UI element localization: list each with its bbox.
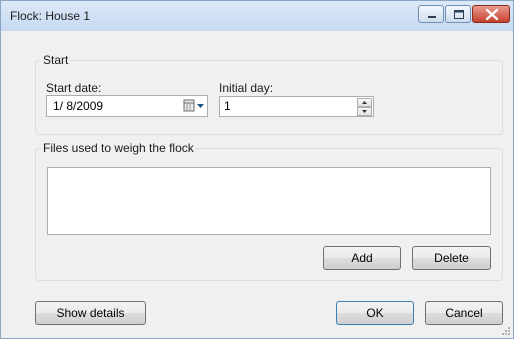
- start-group-legend: Start: [41, 53, 71, 67]
- initial-day-label: Initial day:: [219, 81, 274, 95]
- initial-day-spinner[interactable]: 1: [219, 96, 374, 117]
- cancel-button[interactable]: Cancel: [425, 301, 503, 325]
- minimize-button[interactable]: [418, 5, 444, 23]
- title-bar[interactable]: Flock: House 1: [1, 1, 513, 31]
- maximize-icon: [454, 10, 464, 19]
- show-details-button[interactable]: Show details: [35, 301, 146, 325]
- start-date-value: 1/ 8/2009: [53, 99, 104, 113]
- close-button[interactable]: [472, 5, 510, 23]
- calendar-dropdown-icon[interactable]: [183, 99, 205, 113]
- initial-day-value: 1: [224, 99, 231, 113]
- delete-button[interactable]: Delete: [412, 246, 491, 270]
- dialog-content: Start Start date: 1/ 8/2009 Initial day:…: [9, 31, 505, 332]
- minimize-icon: [428, 16, 436, 18]
- spin-down-button[interactable]: [357, 107, 372, 116]
- close-icon: [485, 8, 499, 21]
- start-date-picker[interactable]: 1/ 8/2009: [46, 95, 208, 117]
- spin-up-button[interactable]: [357, 98, 372, 107]
- add-button[interactable]: Add: [323, 246, 401, 270]
- maximize-button[interactable]: [445, 5, 471, 23]
- arrow-up-icon: [362, 101, 367, 104]
- resize-grip-icon[interactable]: [501, 326, 511, 336]
- files-list[interactable]: [47, 167, 491, 235]
- ok-button[interactable]: OK: [336, 301, 414, 325]
- files-group-legend: Files used to weigh the flock: [41, 141, 196, 155]
- start-date-label: Start date:: [46, 81, 102, 95]
- flock-dialog: Flock: House 1 Start Start date: 1/ 8/20…: [0, 0, 514, 339]
- arrow-down-icon: [362, 110, 367, 113]
- window-title: Flock: House 1: [10, 9, 91, 23]
